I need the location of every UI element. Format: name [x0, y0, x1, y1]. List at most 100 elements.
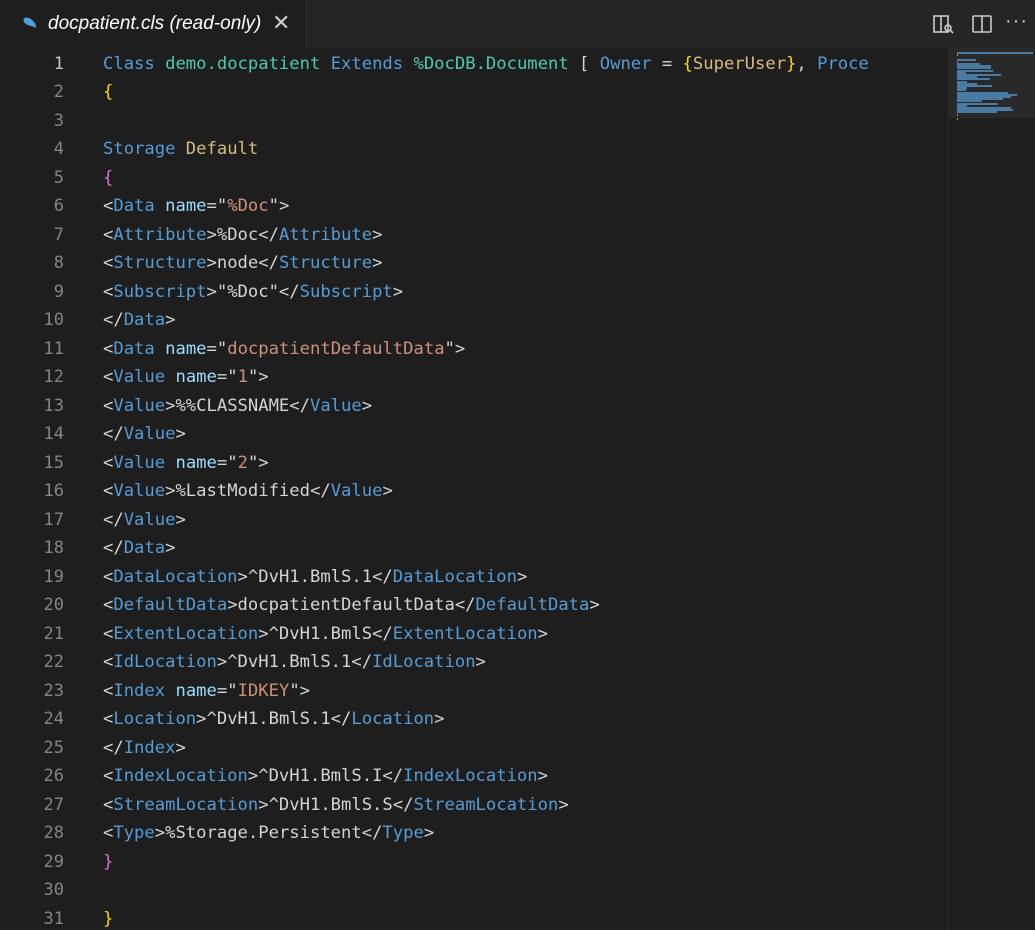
line-number: 15	[43, 452, 64, 473]
line-number: 20	[43, 595, 64, 615]
code-token: <	[103, 652, 114, 672]
code-token: }	[103, 908, 114, 929]
code-token: <	[103, 481, 114, 501]
code-token: SuperUser	[692, 53, 787, 74]
code-line[interactable]: {	[103, 164, 113, 193]
minimap-line	[957, 54, 959, 57]
line-number: 13	[43, 395, 64, 416]
code-token: </	[103, 509, 124, 530]
code-token: Structure	[113, 253, 207, 273]
code-token: ">	[444, 338, 466, 359]
code-token: IDKEY	[237, 680, 290, 701]
code-editor[interactable]: 1 2 3 4 5 6 7 8 9 10 11 12 13 14 15 16 17 18 19 20 21 22 23 24 2…	[0, 48, 948, 930]
code-line[interactable]: <Data name="%Doc">	[103, 192, 289, 221]
code-line[interactable]: <Index name="IDKEY">	[103, 677, 310, 706]
code-token: DefaultData	[113, 595, 228, 615]
line-number: 23	[43, 680, 64, 701]
code-token: {	[682, 53, 693, 74]
line-number: 8	[53, 253, 64, 273]
code-line[interactable]: }	[103, 905, 113, 930]
editor-tab[interactable]: docpatient.cls (read-only) ✕	[0, 0, 305, 48]
code-line[interactable]: </Data>	[103, 306, 175, 335]
split-editor-icon[interactable]	[970, 12, 994, 36]
close-icon[interactable]: ✕	[272, 11, 290, 35]
code-token: Storage	[103, 139, 176, 159]
code-line[interactable]: <ExtentLocation>^DvH1.BmlS</ExtentLocati…	[103, 620, 548, 649]
code-token: Value	[113, 367, 166, 387]
code-token: Value	[113, 452, 166, 473]
code-token: >	[392, 281, 404, 302]
code-token: ">	[268, 196, 290, 216]
code-line[interactable]: <StreamLocation>^DvH1.BmlS.S</StreamLoca…	[103, 791, 569, 820]
code-token: ,	[796, 53, 818, 74]
code-token: Data	[123, 538, 166, 558]
code-line[interactable]: Class demo.docpatient Extends %DocDB.Doc…	[103, 50, 869, 79]
code-token: StreamLocation	[113, 794, 259, 815]
code-token: <	[103, 196, 114, 216]
code-line[interactable]: <Value name="1">	[103, 363, 269, 392]
line-number: 26	[43, 766, 64, 786]
code-line[interactable]: <Attribute>%Doc</Attribute>	[103, 221, 382, 250]
code-token: <	[103, 566, 114, 587]
code-line[interactable]: </Data>	[103, 534, 175, 563]
code-line[interactable]: {	[103, 78, 113, 107]
code-line[interactable]: <DataLocation>^DvH1.BmlS.1</DataLocation…	[103, 563, 527, 592]
code-token: Type	[113, 823, 155, 843]
code-line[interactable]: <Type>%Storage.Persistent</Type>	[103, 819, 434, 848]
code-line[interactable]: <DefaultData>docpatientDefaultData</Defa…	[103, 591, 600, 620]
code-token: >	[372, 224, 383, 245]
code-line[interactable]: Storage Default	[103, 135, 258, 164]
code-token: >node</	[206, 253, 279, 273]
code-line[interactable]: <Subscript>"%Doc"</Subscript>	[103, 278, 403, 307]
code-line[interactable]: </Value>	[103, 420, 186, 449]
code-token: ="	[206, 196, 228, 216]
code-line[interactable]: <Value>%%CLASSNAME</Value>	[103, 392, 372, 421]
minimap[interactable]	[948, 48, 1035, 930]
code-line[interactable]: <Location>^DvH1.BmlS.1</Location>	[103, 705, 445, 734]
minimap-line	[957, 118, 959, 120]
minimap-line	[957, 52, 1033, 54]
code-token: >^DvH1.BmlS.1</	[196, 709, 352, 729]
code-line[interactable]: <Value>%LastModified</Value>	[103, 477, 393, 506]
code-line[interactable]: </Value>	[103, 506, 186, 535]
code-token: <	[103, 595, 114, 615]
code-token: >docpatientDefaultData</	[227, 595, 476, 615]
code-token: ="	[216, 452, 238, 473]
code-token: >%LastModified</	[165, 481, 331, 501]
line-number: 19	[43, 566, 64, 587]
code-token: >^DvH1.BmlS.S</	[258, 794, 414, 815]
code-token: >%Doc</	[206, 224, 279, 245]
code-line[interactable]: </Index>	[103, 734, 186, 763]
code-line[interactable]: <Structure>node</Structure>	[103, 249, 382, 278]
code-line[interactable]: <Data name="docpatientDefaultData">	[103, 335, 465, 364]
code-token: Type	[382, 823, 424, 843]
code-token: <	[103, 395, 114, 416]
code-token: ="	[206, 338, 228, 359]
code-token: Value	[123, 509, 176, 530]
code-token: >	[537, 766, 548, 786]
code-token: ">	[289, 680, 311, 701]
line-number: 6	[53, 196, 64, 216]
code-token: <	[103, 452, 114, 473]
code-line[interactable]: }	[103, 848, 113, 877]
code-token: >%%CLASSNAME</	[165, 395, 310, 416]
line-number: 21	[43, 623, 64, 644]
code-token: >	[537, 623, 548, 644]
code-token: Value	[113, 481, 166, 501]
open-preview-icon[interactable]	[931, 12, 955, 36]
code-token: {	[103, 82, 114, 102]
code-line[interactable]: <IndexLocation>^DvH1.BmlS.I</IndexLocati…	[103, 762, 548, 791]
minimap-line	[957, 113, 959, 116]
code-token: %DocDB.Document	[413, 53, 569, 74]
code-token: >	[165, 310, 176, 330]
code-token: <	[103, 680, 114, 701]
more-actions-icon[interactable]: ···	[1005, 11, 1029, 36]
code-token: Data	[113, 196, 155, 216]
code-line[interactable]: <Value name="2">	[103, 449, 269, 478]
line-number: 7	[53, 224, 64, 245]
code-token: Index	[123, 737, 176, 758]
code-line[interactable]: <IdLocation>^DvH1.BmlS.1</IdLocation>	[103, 648, 486, 677]
code-token: <	[103, 709, 114, 729]
